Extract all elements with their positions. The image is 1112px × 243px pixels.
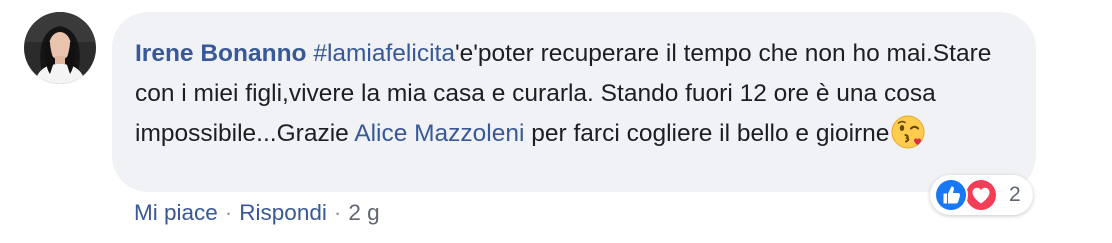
reaction-count: 2 — [1009, 183, 1021, 206]
hashtag-link[interactable]: #lamiafelicita — [313, 40, 455, 67]
face-throwing-kiss-icon — [890, 114, 926, 150]
separator-dot: · — [333, 200, 342, 225]
reactions-summary[interactable]: 2 — [930, 175, 1033, 215]
timestamp[interactable]: 2 g — [348, 200, 379, 225]
avatar-image — [24, 12, 96, 84]
mention-link[interactable]: Alice Mazzoleni — [354, 120, 524, 147]
like-button[interactable]: Mi piace — [134, 200, 218, 225]
comment-text: Irene Bonanno #lamiafelicita'e'poter rec… — [135, 34, 996, 154]
avatar[interactable] — [24, 12, 96, 84]
comment-body-part2: per farci cogliere il bello e gioirne — [524, 120, 890, 147]
separator-dot: · — [224, 200, 233, 225]
comment-bubble: Irene Bonanno #lamiafelicita'e'poter rec… — [112, 12, 1036, 192]
like-icon — [933, 177, 969, 213]
comment-actions: Mi piace · Rispondi · 2 g — [134, 198, 380, 228]
reply-button[interactable]: Rispondi — [239, 200, 327, 225]
comment: Irene Bonanno #lamiafelicita'e'poter rec… — [0, 0, 1112, 243]
comment-author[interactable]: Irene Bonanno — [135, 40, 307, 67]
